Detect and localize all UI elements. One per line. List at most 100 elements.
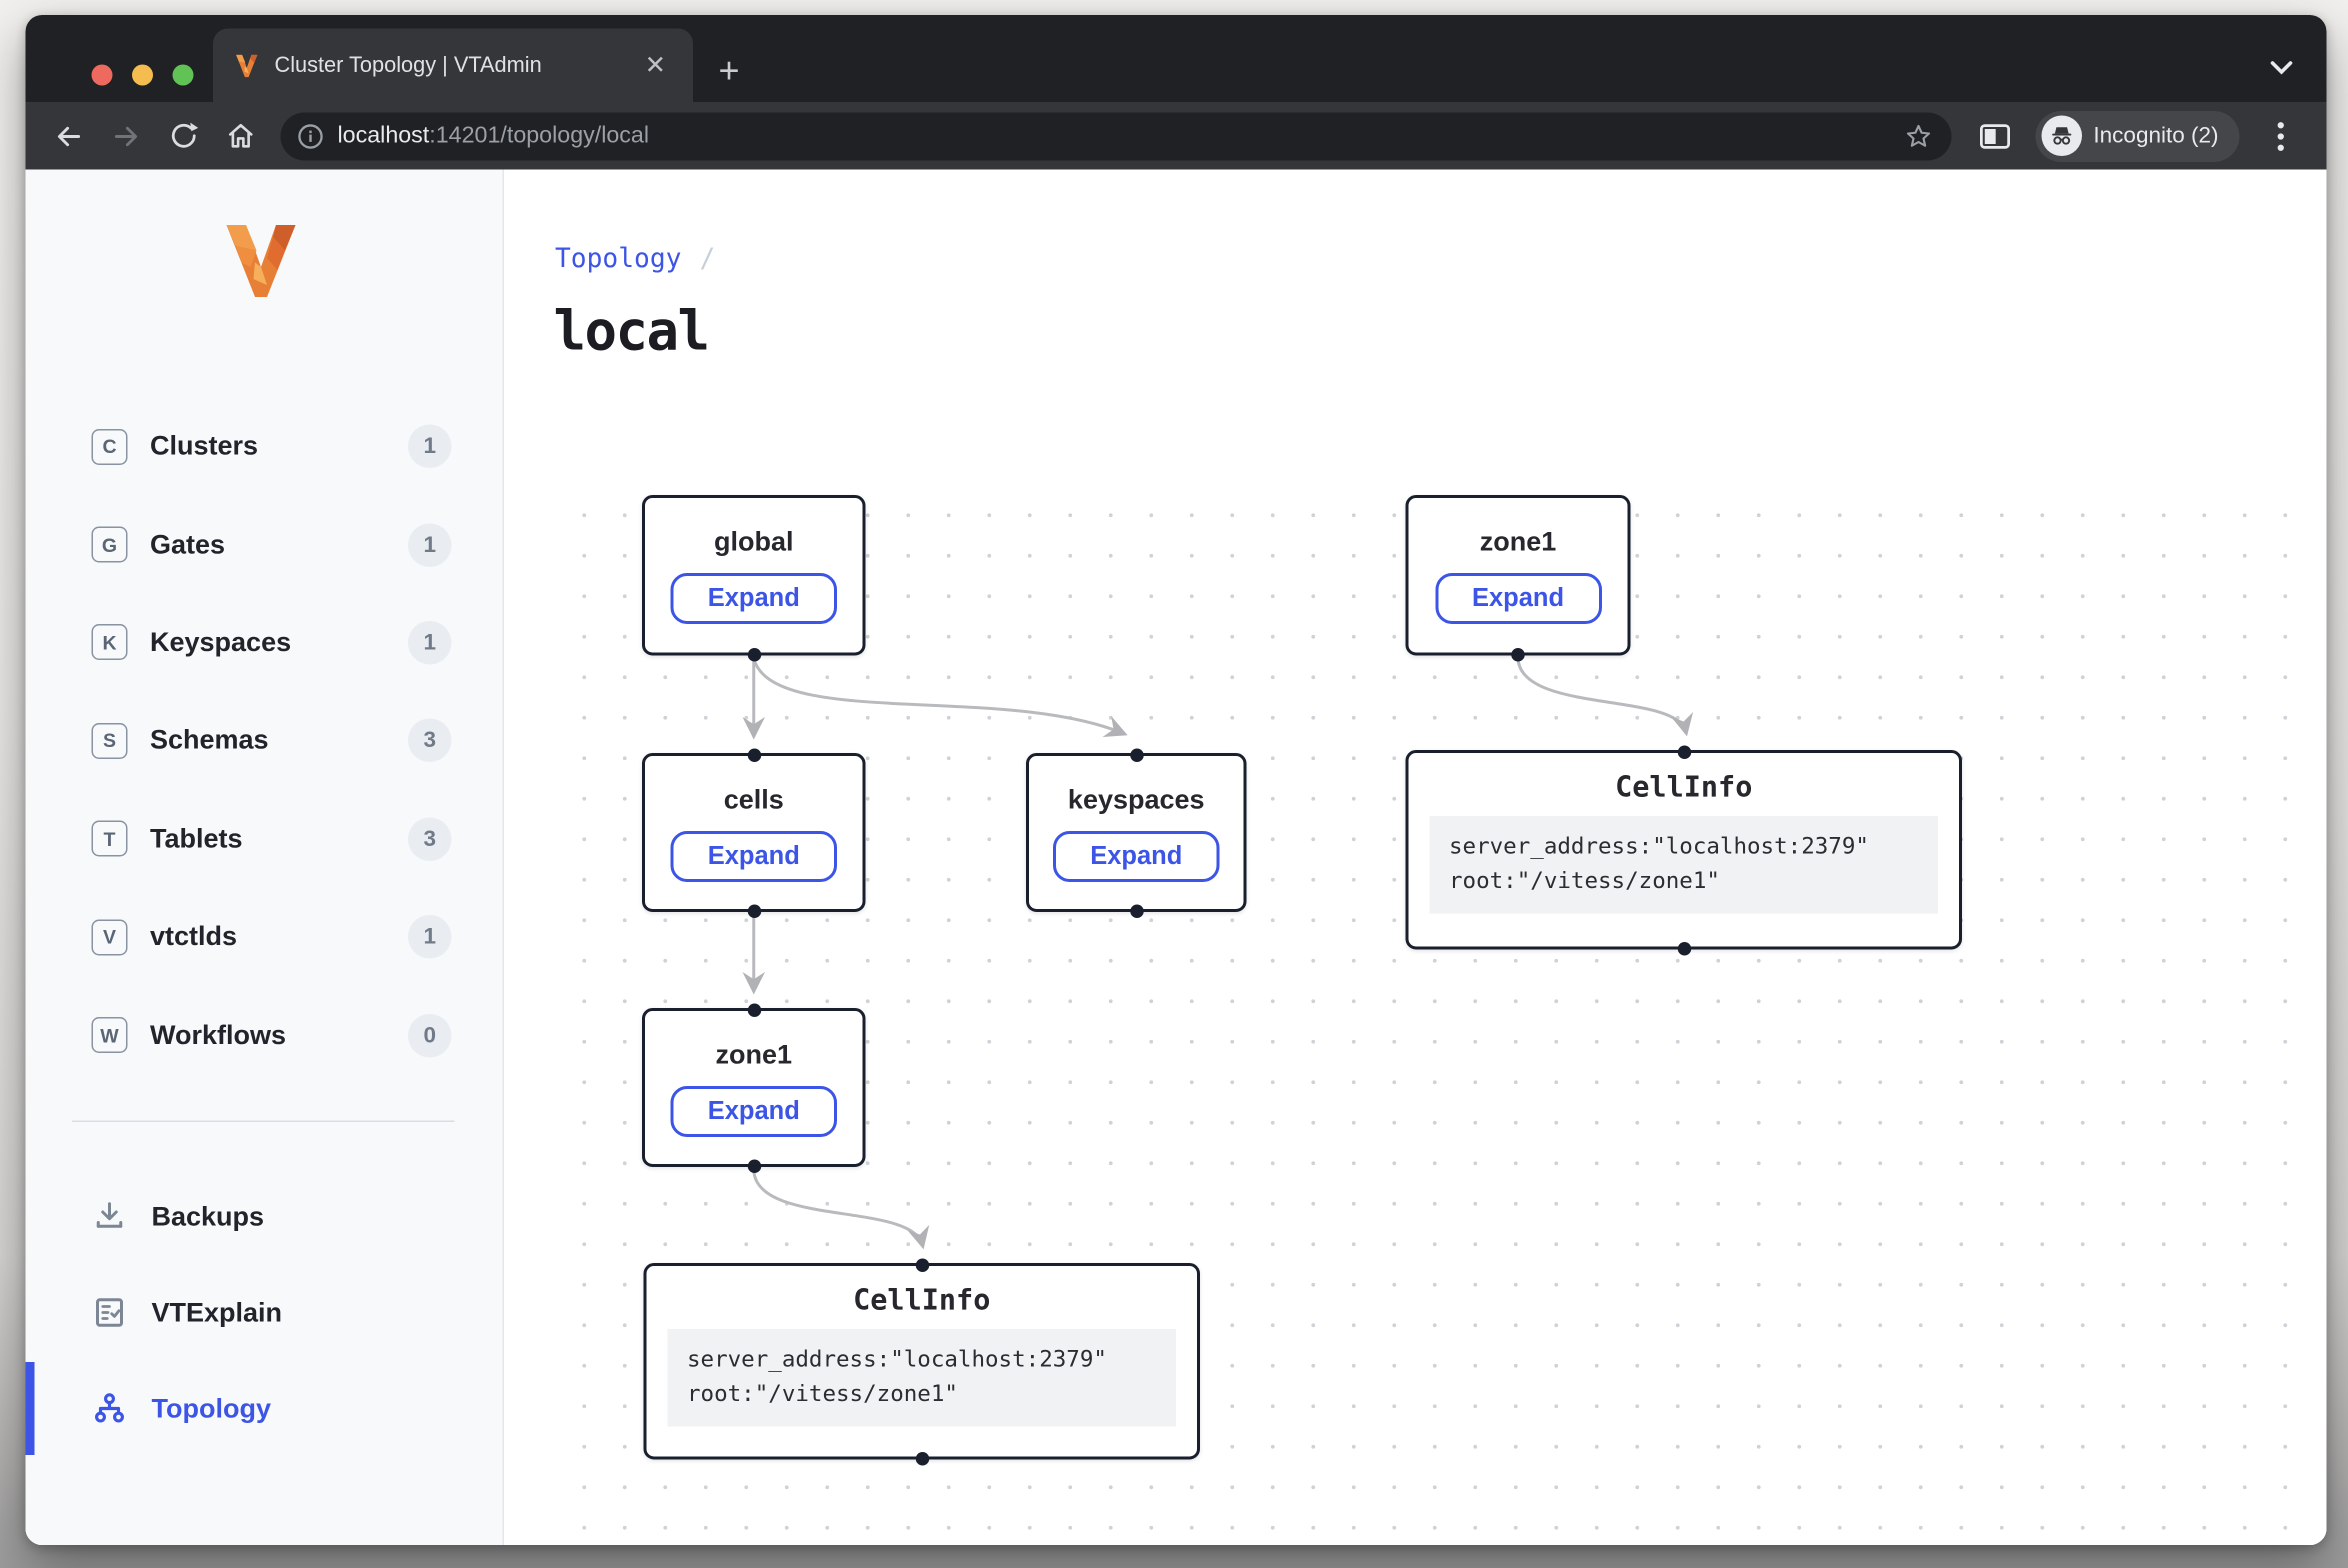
maximize-window-button[interactable]: [173, 65, 194, 86]
sidebar-item-keyspaces[interactable]: K Keyspaces 1: [26, 594, 503, 692]
sidebar-item-vtexplain[interactable]: VTExplain: [26, 1265, 503, 1361]
close-window-button[interactable]: [92, 65, 113, 86]
cellinfo-code: server_address:"localhost:2379"root:"/vi…: [668, 1329, 1177, 1426]
node-keyspaces: keyspaces Expand: [1026, 753, 1247, 912]
page-title: local: [554, 302, 709, 364]
count-badge: 0: [408, 1013, 452, 1057]
home-button[interactable]: [215, 110, 266, 161]
count-badge: 1: [408, 915, 452, 959]
sidebar-item-gates[interactable]: G Gates 1: [26, 496, 503, 594]
port-dot: [1677, 745, 1691, 759]
sidebar-nav: C Clusters 1 G Gates 1 K Keyspaces 1: [26, 398, 503, 1085]
edge-global-keyspaces: [754, 659, 1124, 734]
port-dot: [1130, 748, 1144, 762]
breadcrumb-topology-link[interactable]: Topology: [555, 245, 681, 275]
side-panel-icon[interactable]: [1969, 110, 2020, 161]
port-dot: [915, 1451, 929, 1465]
incognito-label: Incognito (2): [2093, 123, 2218, 149]
expand-button[interactable]: Expand: [671, 830, 838, 881]
sidebar-item-label: Schemas: [150, 725, 408, 757]
new-tab-button[interactable]: +: [719, 57, 740, 87]
sidebar-item-label: Topology: [152, 1393, 271, 1425]
topology-icon: [92, 1391, 128, 1427]
browser-toolbar: localhost:14201/topology/local Incognito…: [26, 102, 2327, 170]
vtctlds-icon: V: [92, 919, 128, 955]
sidebar-item-workflows[interactable]: W Workflows 0: [26, 986, 503, 1084]
port-dot: [915, 1258, 929, 1272]
breadcrumb-separator: /: [699, 245, 715, 275]
expand-button[interactable]: Expand: [671, 573, 838, 624]
url-text[interactable]: localhost:14201/topology/local: [338, 122, 1890, 149]
browser-tab[interactable]: Cluster Topology | VTAdmin ✕: [213, 29, 693, 103]
expand-button[interactable]: Expand: [671, 1085, 838, 1136]
incognito-icon: [2041, 116, 2082, 157]
forward-button[interactable]: [101, 110, 152, 161]
node-zone1-cell: zone1 Expand: [1406, 495, 1631, 656]
count-badge: 1: [408, 621, 452, 665]
expand-button[interactable]: Expand: [1435, 573, 1602, 624]
sidebar-item-label: Tablets: [150, 823, 408, 855]
incognito-badge[interactable]: Incognito (2): [2035, 110, 2240, 161]
url-path: :14201/topology/local: [429, 122, 649, 148]
tab-close-icon[interactable]: ✕: [639, 50, 672, 82]
count-badge: 3: [408, 817, 452, 861]
main-panel: Topology / local: [504, 170, 2327, 1546]
port-dot: [747, 1003, 761, 1017]
vitess-logo: [221, 222, 302, 300]
vitess-favicon-icon: [234, 53, 260, 77]
node-title: cells: [724, 784, 784, 816]
edge-zone1-cellinfo: [754, 1170, 923, 1245]
clusters-icon: C: [92, 429, 128, 465]
page-content: C Clusters 1 G Gates 1 K Keyspaces 1: [26, 170, 2327, 1546]
sidebar-item-schemas[interactable]: S Schemas 3: [26, 692, 503, 790]
sidebar-item-label: Clusters: [150, 431, 408, 463]
count-badge: 1: [408, 523, 452, 567]
schemas-icon: S: [92, 723, 128, 759]
port-dot: [747, 647, 761, 661]
sidebar-item-label: vtctlds: [150, 921, 408, 953]
sidebar-item-topology[interactable]: Topology: [26, 1361, 503, 1457]
sidebar-item-tablets[interactable]: T Tablets 3: [26, 790, 503, 888]
sidebar-item-label: Gates: [150, 529, 408, 561]
expand-button[interactable]: Expand: [1053, 830, 1220, 881]
sidebar-item-label: VTExplain: [152, 1297, 283, 1329]
tab-search-chevron-icon[interactable]: [2270, 60, 2294, 75]
sidebar-item-clusters[interactable]: C Clusters 1: [26, 398, 503, 496]
node-cellinfo-lower: CellInfo server_address:"localhost:2379"…: [644, 1263, 1201, 1460]
node-title: keyspaces: [1068, 784, 1205, 816]
address-bar[interactable]: localhost:14201/topology/local: [281, 112, 1951, 160]
node-global: global Expand: [642, 495, 866, 656]
back-button[interactable]: [44, 110, 95, 161]
count-badge: 1: [408, 425, 452, 469]
node-cells: cells Expand: [642, 753, 866, 912]
site-info-icon[interactable]: [297, 122, 324, 149]
url-host: localhost: [338, 122, 430, 148]
reload-button[interactable]: [158, 110, 209, 161]
screen: Cluster Topology | VTAdmin ✕ +: [0, 0, 2348, 1568]
keyspaces-icon: K: [92, 625, 128, 661]
edge-zone1cell-cellinfo: [1518, 659, 1686, 733]
gates-icon: G: [92, 527, 128, 563]
sidebar-item-label: Workflows: [150, 1019, 408, 1051]
port-dot: [747, 1159, 761, 1173]
port-dot: [747, 904, 761, 918]
traffic-lights: [92, 65, 194, 86]
port-dot: [747, 748, 761, 762]
cellinfo-title: CellInfo: [1615, 771, 1752, 804]
node-title: zone1: [1480, 527, 1557, 559]
breadcrumb: Topology /: [555, 245, 715, 275]
sidebar-divider: [72, 1121, 455, 1123]
sidebar: C Clusters 1 G Gates 1 K Keyspaces 1: [26, 170, 505, 1546]
browser-menu-kebab-icon[interactable]: [2255, 110, 2306, 161]
browser-window: Cluster Topology | VTAdmin ✕ +: [26, 15, 2327, 1545]
port-dot: [1677, 941, 1691, 955]
minimize-window-button[interactable]: [132, 65, 153, 86]
port-dot: [1511, 647, 1525, 661]
workflows-icon: W: [92, 1017, 128, 1053]
port-dot: [1130, 904, 1144, 918]
document-check-icon: [92, 1295, 128, 1331]
sidebar-item-vtctlds[interactable]: V vtctlds 1: [26, 888, 503, 986]
bookmark-star-icon[interactable]: [1903, 121, 1933, 151]
sidebar-item-backups[interactable]: Backups: [26, 1169, 503, 1265]
active-indicator: [26, 1362, 35, 1455]
